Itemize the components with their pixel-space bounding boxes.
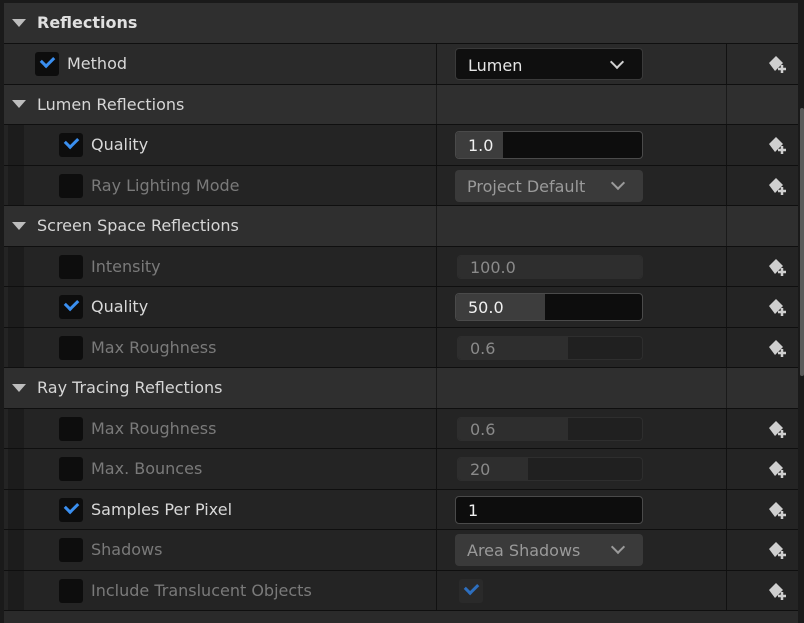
reset-to-default-icon[interactable] bbox=[765, 580, 787, 602]
property-row-ray-lighting-mode: Ray Lighting Mode Project Default bbox=[4, 166, 798, 206]
checkmark-icon bbox=[63, 498, 80, 515]
reset-to-default-icon[interactable] bbox=[765, 458, 787, 480]
override-checkbox[interactable] bbox=[59, 336, 83, 360]
override-checkbox[interactable] bbox=[59, 417, 83, 441]
details-panel: Reflections Method Lumen Lumen Reflectio… bbox=[0, 0, 804, 623]
reset-to-default-icon[interactable] bbox=[765, 499, 787, 521]
scrollbar[interactable] bbox=[800, 108, 804, 376]
override-checkbox[interactable] bbox=[59, 174, 83, 198]
property-row-method: Method Lumen bbox=[4, 44, 798, 85]
reset-to-default-icon[interactable] bbox=[765, 53, 787, 75]
property-label: Max Roughness bbox=[91, 419, 217, 438]
property-label: Quality bbox=[91, 135, 149, 154]
category-title: Reflections bbox=[37, 13, 138, 32]
max-roughness-numeric-input[interactable]: 0.6 bbox=[457, 417, 643, 441]
property-label: Max. Bounces bbox=[91, 459, 203, 478]
category-lumen-reflections[interactable]: Lumen Reflections bbox=[4, 85, 798, 125]
intensity-numeric-input[interactable]: 100.0 bbox=[457, 255, 643, 279]
chevron-down-icon bbox=[610, 175, 626, 191]
collapse-arrow-icon[interactable] bbox=[12, 100, 26, 108]
category-title: Ray Tracing Reflections bbox=[37, 378, 223, 397]
property-row-rt-max-roughness: Max Roughness 0.6 bbox=[4, 409, 798, 449]
property-row-lumen-quality: Quality 1.0 bbox=[4, 125, 798, 166]
property-label: Shadows bbox=[91, 540, 163, 559]
override-checkbox[interactable] bbox=[35, 52, 59, 76]
max-roughness-numeric-input[interactable]: 0.6 bbox=[457, 336, 643, 360]
chevron-down-icon bbox=[610, 539, 626, 555]
collapse-arrow-icon[interactable] bbox=[12, 384, 26, 392]
override-checkbox[interactable] bbox=[59, 457, 83, 481]
reset-to-default-icon[interactable] bbox=[765, 175, 787, 197]
property-label: Intensity bbox=[91, 257, 161, 276]
property-row-rt-include-translucent: Include Translucent Objects bbox=[4, 571, 798, 611]
property-label: Max Roughness bbox=[91, 338, 217, 357]
checkmark-icon bbox=[39, 52, 56, 69]
include-translucent-value-checkbox[interactable] bbox=[459, 579, 483, 603]
checkmark-icon bbox=[63, 295, 80, 312]
property-row-ssr-max-roughness: Max Roughness 0.6 bbox=[4, 328, 798, 368]
quality-numeric-input[interactable]: 1.0 bbox=[455, 131, 643, 159]
samples-per-pixel-numeric-input[interactable]: 1 bbox=[455, 496, 643, 524]
collapse-arrow-icon[interactable] bbox=[12, 19, 26, 27]
category-screen-space-reflections[interactable]: Screen Space Reflections bbox=[4, 206, 798, 247]
reset-to-default-icon[interactable] bbox=[765, 418, 787, 440]
override-checkbox[interactable] bbox=[59, 538, 83, 562]
property-row-ssr-quality: Quality 50.0 bbox=[4, 287, 798, 328]
reset-to-default-icon[interactable] bbox=[765, 539, 787, 561]
property-row-rt-shadows: Shadows Area Shadows bbox=[4, 530, 798, 571]
collapse-arrow-icon[interactable] bbox=[12, 222, 26, 230]
property-row-ssr-intensity: Intensity 100.0 bbox=[4, 247, 798, 287]
category-title: Lumen Reflections bbox=[37, 95, 185, 114]
category-title: Screen Space Reflections bbox=[37, 216, 239, 235]
property-row-rt-samples-per-pixel: Samples Per Pixel 1 bbox=[4, 490, 798, 530]
category-reflections[interactable]: Reflections bbox=[4, 3, 798, 44]
category-ray-tracing-reflections[interactable]: Ray Tracing Reflections bbox=[4, 368, 798, 409]
override-checkbox[interactable] bbox=[59, 498, 83, 522]
reset-to-default-icon[interactable] bbox=[765, 134, 787, 156]
checkmark-icon bbox=[463, 579, 480, 596]
property-label: Method bbox=[67, 54, 128, 73]
override-checkbox[interactable] bbox=[59, 255, 83, 279]
method-dropdown[interactable]: Lumen bbox=[455, 48, 643, 80]
property-label: Include Translucent Objects bbox=[91, 581, 312, 600]
reset-to-default-icon[interactable] bbox=[765, 337, 787, 359]
ray-lighting-mode-dropdown[interactable]: Project Default bbox=[455, 170, 643, 202]
quality-numeric-input[interactable]: 50.0 bbox=[455, 293, 643, 321]
property-label: Ray Lighting Mode bbox=[91, 176, 240, 195]
shadows-dropdown[interactable]: Area Shadows bbox=[455, 534, 643, 566]
chevron-down-icon bbox=[609, 54, 625, 70]
reset-to-default-icon[interactable] bbox=[765, 256, 787, 278]
override-checkbox[interactable] bbox=[59, 295, 83, 319]
property-row-rt-max-bounces: Max. Bounces 20 bbox=[4, 449, 798, 490]
max-bounces-numeric-input[interactable]: 20 bbox=[457, 457, 643, 481]
property-label: Quality bbox=[91, 297, 149, 316]
reset-to-default-icon[interactable] bbox=[765, 296, 787, 318]
next-category-edge bbox=[4, 611, 798, 623]
override-checkbox[interactable] bbox=[59, 133, 83, 157]
checkmark-icon bbox=[63, 133, 80, 150]
override-checkbox[interactable] bbox=[59, 579, 83, 603]
property-label: Samples Per Pixel bbox=[91, 500, 233, 519]
